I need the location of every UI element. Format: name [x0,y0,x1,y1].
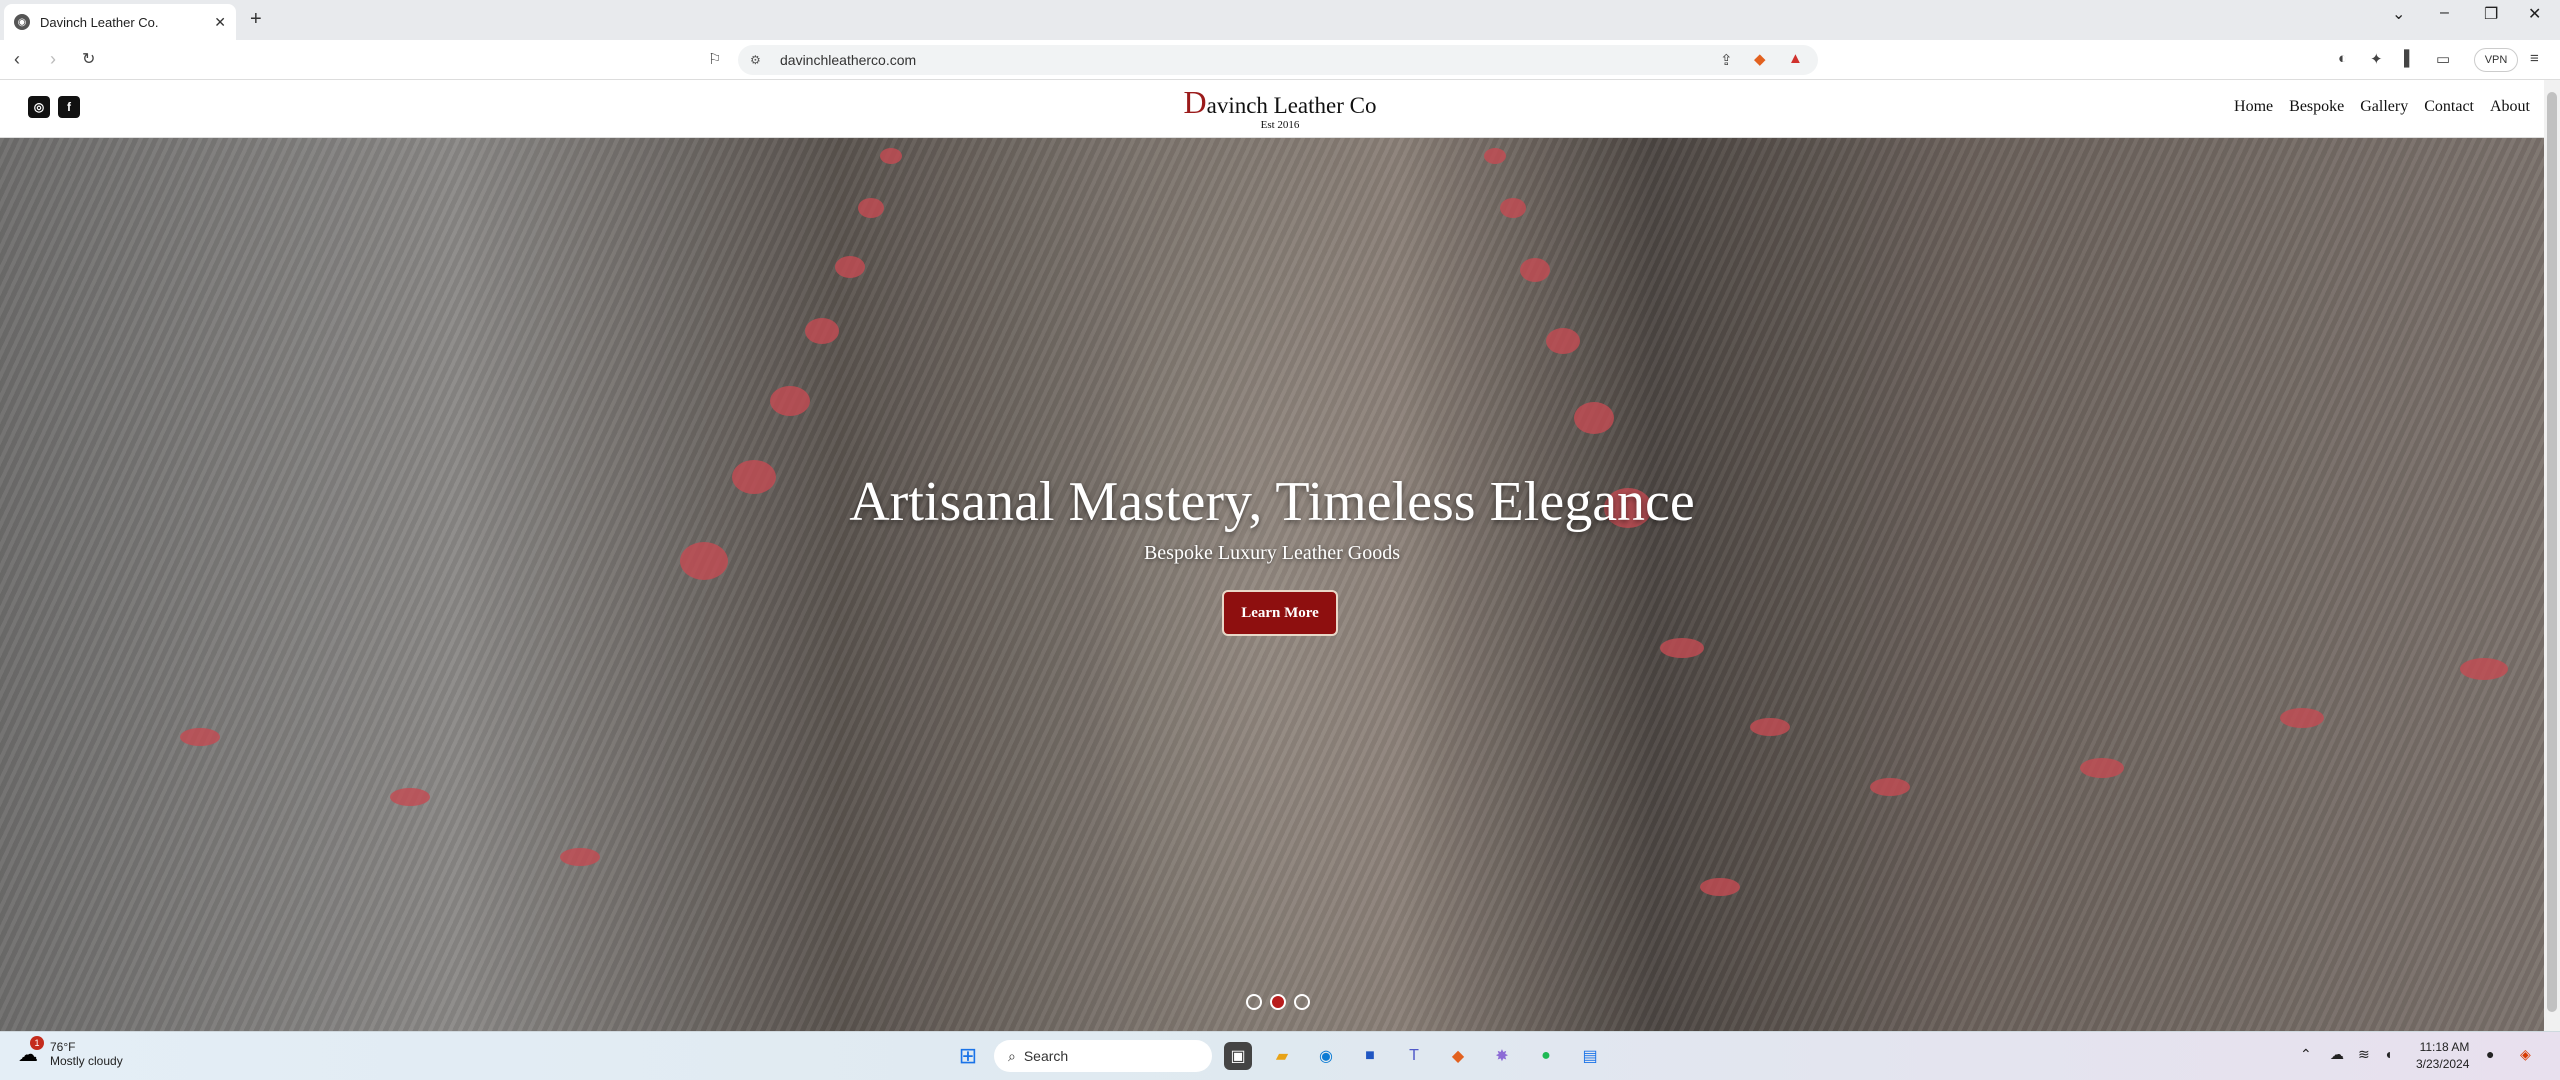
clock[interactable]: 11:18 AM 3/23/2024 [2416,1039,2469,1073]
new-tab-button[interactable]: + [250,8,262,31]
vpn-label: VPN [2484,54,2508,66]
edge-icon[interactable]: ◉ [1312,1042,1340,1070]
reload-icon[interactable]: ↻ [82,49,95,69]
weather-desc: Mostly cloudy [50,1054,123,1068]
site-favicon-icon: ◉ [14,14,30,30]
clock-time: 11:18 AM [2419,1040,2470,1054]
hero-subtitle: Bespoke Luxury Leather Goods [1143,542,1401,564]
cloud-icon: ☁ 1 [18,1036,44,1066]
nav-contact[interactable]: Contact [2424,98,2474,116]
menu-icon[interactable]: ≡ [2530,50,2539,67]
brand-initial: D [1183,84,1207,120]
minimize-button[interactable]: – [2440,4,2449,22]
facebook-icon[interactable]: f [58,96,80,118]
address-bar[interactable]: ⚙ davinchleatherco.com ⇪ ◆ ▲ [738,45,1818,75]
start-icon[interactable]: ⊞ [954,1042,982,1070]
instagram-glyph: ◎ [33,100,45,114]
tab-title: Davinch Leather Co. [40,14,159,30]
extensions-icon[interactable]: ✦ [2370,50,2383,68]
wallet-icon[interactable]: ▭ [2436,50,2450,68]
task-view-icon[interactable]: ▣ [1224,1042,1252,1070]
page-scrollbar[interactable] [2544,80,2560,1031]
teams-icon[interactable]: T [1400,1042,1428,1070]
weather-badge: 1 [30,1036,44,1050]
clock-date: 3/23/2024 [2416,1057,2470,1071]
tab-close-icon[interactable]: ✕ [214,14,226,31]
bookmark-icon[interactable]: ⚐ [708,50,721,68]
brand-name: avinch Leather Co [1206,93,1377,118]
browser-tabstrip: ◉ Davinch Leather Co. ✕ + ⌄ – ❐ ✕ [0,0,2560,40]
file-explorer-icon[interactable]: ▰ [1268,1042,1296,1070]
browser-toolbar: ‹ › ↻ ⚐ ⚙ davinchleatherco.com ⇪ ◆ ▲ ◐ ✦… [0,40,2560,80]
spotify-icon[interactable]: ● [1532,1042,1560,1070]
brand-logo[interactable]: Davinch Leather Co Est 2016 [1178,84,1382,131]
app-icon[interactable]: ✸ [1488,1042,1516,1070]
carousel-dot-3[interactable] [1294,994,1310,1010]
copilot-icon[interactable]: ◈ [2520,1046,2531,1063]
nav-gallery[interactable]: Gallery [2360,98,2408,116]
forward-icon[interactable]: › [50,49,56,70]
brave-shields-icon[interactable]: ◆ [1754,50,1766,68]
nav-about[interactable]: About [2490,98,2530,116]
nav-bespoke[interactable]: Bespoke [2289,98,2344,116]
hero-title: Artisanal Mastery, Timeless Elegance [849,471,1695,533]
brave-icon[interactable]: ◆ [1444,1042,1472,1070]
app2-icon[interactable]: ▤ [1576,1042,1604,1070]
windows-taskbar: ☁ 1 76°F Mostly cloudy ⊞ ⌕ Search ▣ ▰ ◉ ■… [0,1031,2560,1080]
site-header: ◎ f Davinch Leather Co Est 2016 Home Bes… [0,80,2544,138]
carousel-dot-2[interactable] [1270,994,1286,1010]
vpn-button[interactable]: VPN [2474,48,2518,72]
reader-icon[interactable]: ◐ [2338,50,2347,67]
url-text: davinchleatherco.com [780,52,917,68]
search-label: Search [1023,1048,1069,1064]
carousel-indicators [1246,994,1310,1010]
scrollbar-thumb[interactable] [2547,92,2557,1012]
restore-button[interactable]: ❐ [2484,4,2498,24]
tab-list-icon[interactable]: ⌄ [2392,4,2405,24]
hero-carousel: Artisanal Mastery, Timeless Elegance Bes… [0,138,2544,1031]
brave-rewards-icon[interactable]: ▲ [1788,50,1803,67]
site-info-icon[interactable]: ⚙ [750,53,761,67]
share-icon[interactable]: ⇪ [1720,51,1733,69]
main-nav: Home Bespoke Gallery Contact About [2234,98,2530,116]
instagram-icon[interactable]: ◎ [28,96,50,118]
weather-temp: 76°F [50,1040,76,1054]
notification-icon[interactable]: ● [2486,1046,2494,1062]
browser-tab[interactable]: ◉ Davinch Leather Co. ✕ [4,4,236,40]
taskbar-search[interactable]: ⌕ Search [994,1040,1212,1072]
carousel-dot-1[interactable] [1246,994,1262,1010]
sidebar-icon[interactable]: ▌ [2404,50,2415,67]
facebook-glyph: f [67,100,71,114]
leather-texture [0,138,2544,1031]
tray-chevron-icon[interactable]: ⌃ [2300,1046,2312,1063]
volume-icon[interactable]: ◖ [2384,1046,2392,1062]
learn-more-button[interactable]: Learn More [1222,590,1338,636]
weather-widget[interactable]: ☁ 1 76°F Mostly cloudy [18,1036,123,1068]
onedrive-icon[interactable]: ☁ [2330,1046,2344,1063]
nav-home[interactable]: Home [2234,98,2273,116]
store-icon[interactable]: ■ [1356,1042,1384,1070]
back-icon[interactable]: ‹ [14,49,20,70]
close-window-button[interactable]: ✕ [2528,4,2541,24]
wifi-icon[interactable]: ≋ [2358,1046,2370,1063]
search-icon: ⌕ [1008,1047,1016,1064]
